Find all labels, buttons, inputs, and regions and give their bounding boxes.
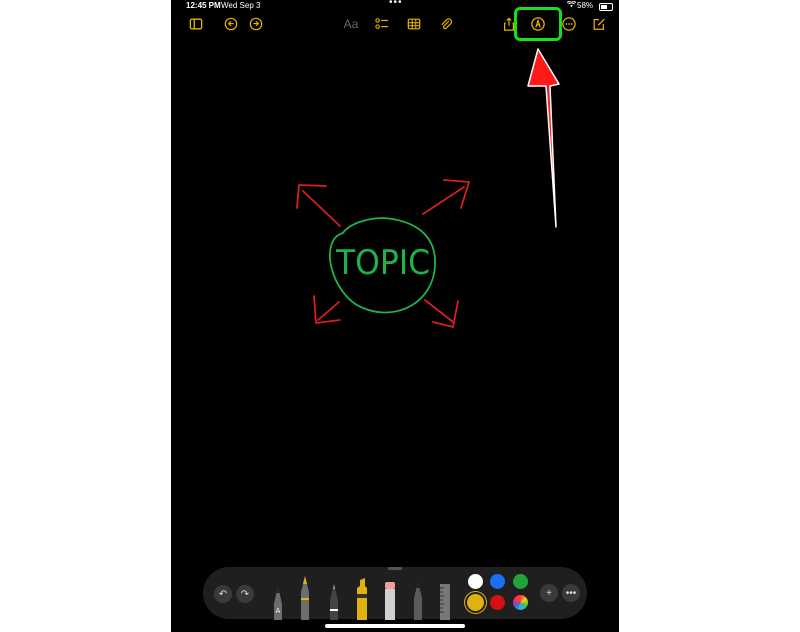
- pointer-arrow: [527, 48, 560, 228]
